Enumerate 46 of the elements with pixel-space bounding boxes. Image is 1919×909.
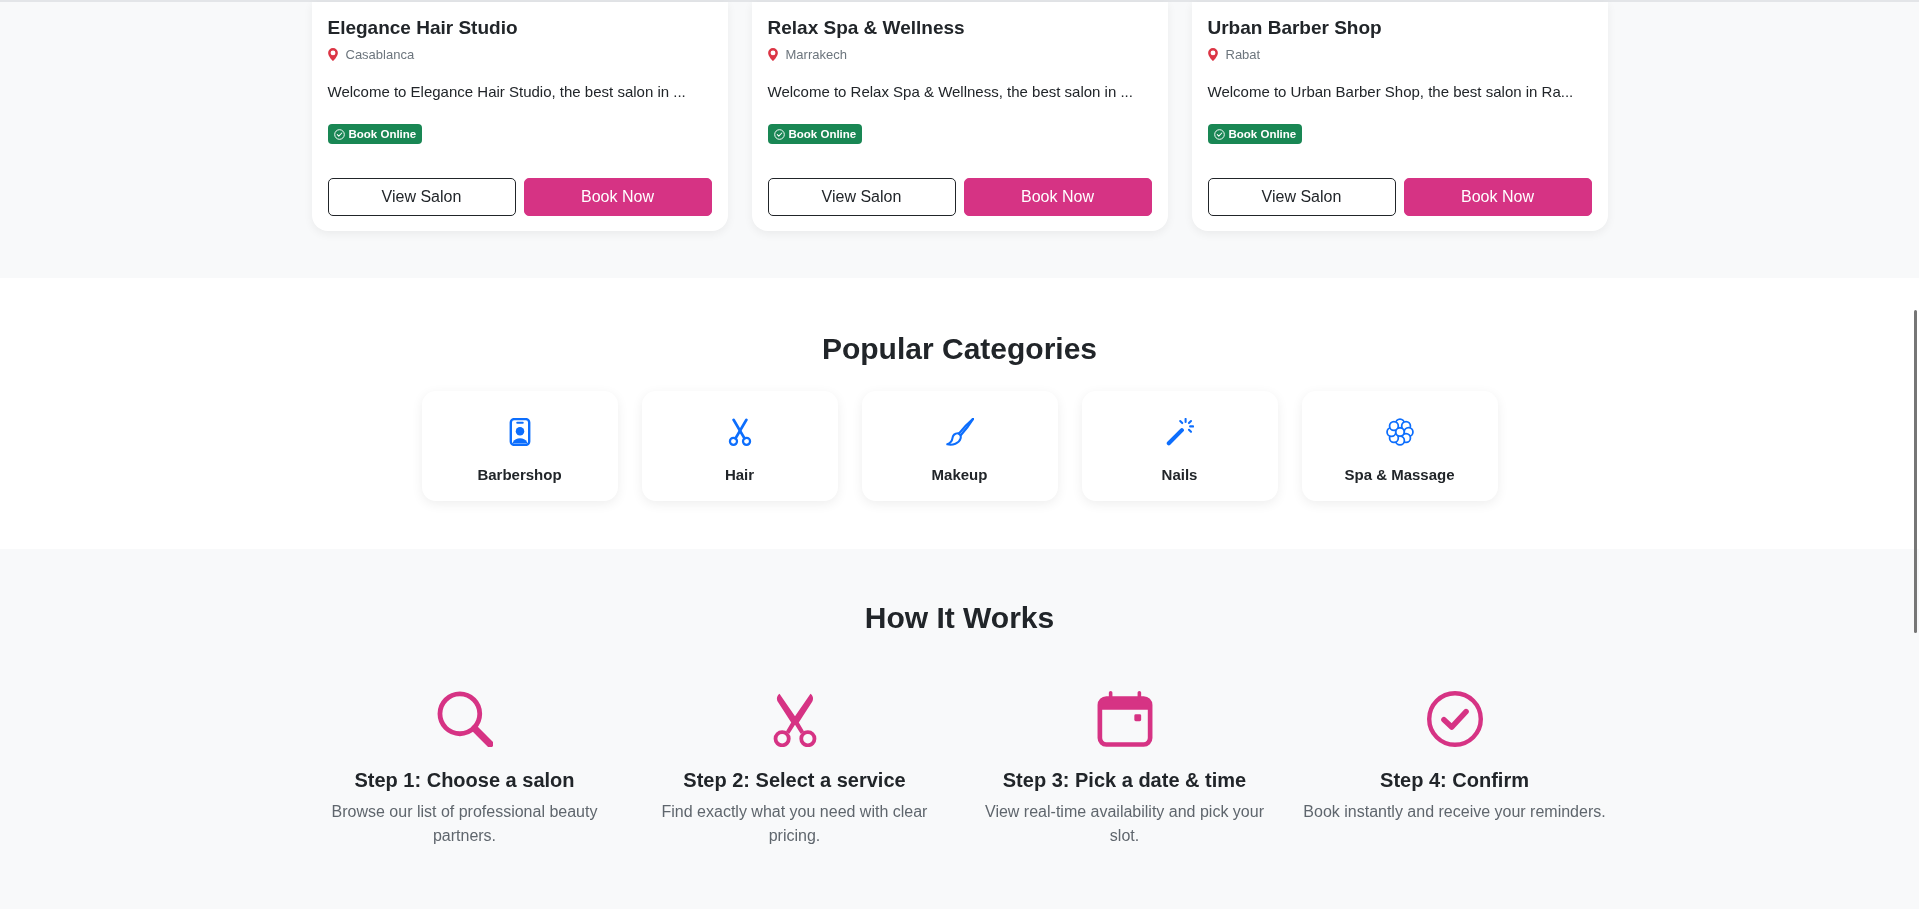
check-circle-icon [1426, 691, 1483, 747]
location-pin-icon [767, 47, 778, 61]
step-title: Step 3: Pick a date & time [1002, 768, 1247, 792]
booking-label: Book Online [348, 128, 417, 140]
calendar-icon [1096, 691, 1153, 747]
location-pin-icon [327, 47, 338, 61]
salon-name: Elegance Hair Studio [327, 16, 519, 40]
scrollbar-thumb[interactable] [1914, 310, 1917, 633]
salon-description: Welcome to Relax Spa & Wellness, the best salon in ... [767, 82, 1134, 102]
check-circle-icon [773, 128, 785, 140]
step-description: Find exactly what you need with clear pricing. [660, 802, 929, 846]
view-salon-button[interactable]: View Salon [767, 178, 956, 216]
location-pin-icon [1207, 47, 1218, 61]
section-heading: Popular Categories [820, 331, 1099, 367]
salon-name: Urban Barber Shop [1207, 16, 1383, 40]
check-circle-icon [333, 128, 345, 140]
booking-label: Book Online [788, 128, 857, 140]
book-now-button[interactable]: Book Now [1403, 178, 1592, 216]
city-label: Marrakech [785, 46, 847, 62]
brush-icon [945, 418, 974, 446]
city-label: Casablanca [345, 46, 415, 62]
check-circle-icon [1213, 128, 1225, 140]
step-title: Step 4: Confirm [1380, 768, 1529, 792]
view-salon-button[interactable]: View Salon [327, 178, 516, 216]
salon-description: Welcome to Urban Barber Shop, the best salon in Ra... [1207, 82, 1575, 102]
salon-description: Welcome to Elegance Hair Studio, the best salon in ... [327, 82, 687, 102]
view-salon-button[interactable]: View Salon [1207, 178, 1396, 216]
search-icon [436, 691, 493, 747]
category-card[interactable]: Nails [1081, 391, 1278, 501]
step-title: Step 1: Choose a salon [354, 768, 575, 792]
category-card[interactable]: Barbershop [421, 391, 618, 501]
section-heading: How It Works [863, 600, 1056, 636]
category-card[interactable]: Makeup [861, 391, 1058, 501]
step-description: Browse our list of professional beauty partners. [330, 802, 599, 846]
category-card[interactable]: Spa & Massage [1301, 391, 1498, 501]
step-description: View real-time availability and pick your slot. [984, 802, 1265, 846]
step-description: Book instantly and receive your reminders. [1303, 802, 1606, 822]
book-now-button[interactable]: Book Now [523, 178, 712, 216]
magic-wand-icon [1165, 418, 1194, 446]
book-now-button[interactable]: Book Now [963, 178, 1152, 216]
category-card[interactable]: Hair [641, 391, 838, 501]
step-title: Step 2: Select a service [683, 768, 906, 792]
booking-label: Book Online [1228, 128, 1297, 140]
flower-icon [1385, 418, 1414, 446]
city-label: Rabat [1225, 46, 1261, 62]
salon-name: Relax Spa & Wellness [767, 16, 966, 40]
